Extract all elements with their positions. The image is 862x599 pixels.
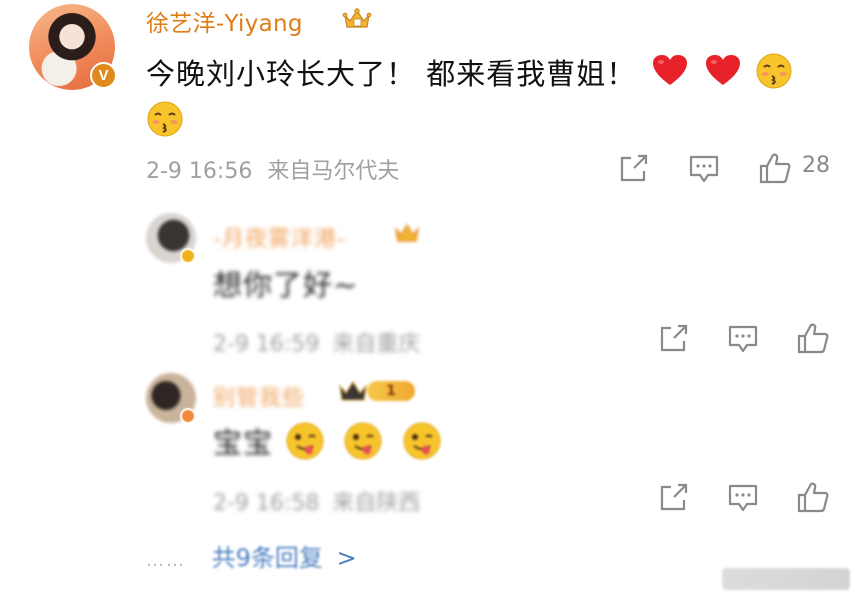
heart-icon [653,55,688,85]
reply-meta: 2-9 16:59 来自重庆 [213,326,420,358]
verified-badge [180,248,196,264]
share-icon[interactable] [618,154,650,184]
reply-text: 宝宝 [213,426,274,460]
verified-badge: V [90,62,117,89]
post-text: 今晚刘小玲长大了！ 都来看我曹姐！ [146,50,826,146]
crown-icon [339,380,367,401]
reply-timestamp: 2-9 16:59 [213,332,320,357]
post-body: 今晚刘小玲长大了！ 都来看我曹姐！ [146,57,637,91]
like-icon[interactable] [796,481,830,513]
reply-text: 想你了好~ [213,268,359,302]
reply-text-row: 宝宝 [213,420,442,462]
reply-author-name[interactable]: 别管我些 [213,380,305,412]
comment-icon[interactable] [727,324,759,354]
watermark [722,568,850,590]
crown-icon [342,8,372,28]
post-meta: 2-9 16:56 来自马尔代夫 [146,153,399,185]
level-badge: 1 [337,378,415,404]
heart-icon [705,55,740,85]
tongue-emoji-icon [403,422,441,460]
reply-author-name[interactable]: -月夜雾洋港- [213,221,346,253]
reply-timestamp: 2-9 16:58 [213,491,320,516]
tongue-emoji-icon [286,422,324,460]
comment-icon[interactable] [688,154,720,184]
like-icon[interactable] [758,152,792,184]
tongue-emoji-icon [344,422,382,460]
user-badge [180,408,196,424]
reply-source: 来自重庆 [332,332,421,357]
share-icon[interactable] [658,324,690,354]
chevron-right-icon[interactable]: > [337,544,357,572]
more-replies-link[interactable]: 共9条回复 [212,538,323,573]
more-replies-row[interactable]: …… 共9条回复 > [146,538,357,573]
reply-meta: 2-9 16:58 来自陕西 [213,485,420,517]
share-icon[interactable] [658,483,690,513]
like-count: 28 [802,153,830,178]
kiss-emoji-icon [756,53,792,89]
reply-source: 来自陕西 [332,491,421,516]
level-number: 1 [367,381,415,401]
author-name[interactable]: 徐艺洋-Yiyang [146,4,303,38]
crown-icon [395,223,419,242]
dots: …… [146,550,186,571]
post-source: 来自马尔代夫 [267,159,400,184]
comment-icon[interactable] [727,483,759,513]
kiss-emoji-icon [147,101,183,137]
like-icon[interactable] [796,322,830,354]
post-timestamp: 2-9 16:56 [146,159,253,184]
